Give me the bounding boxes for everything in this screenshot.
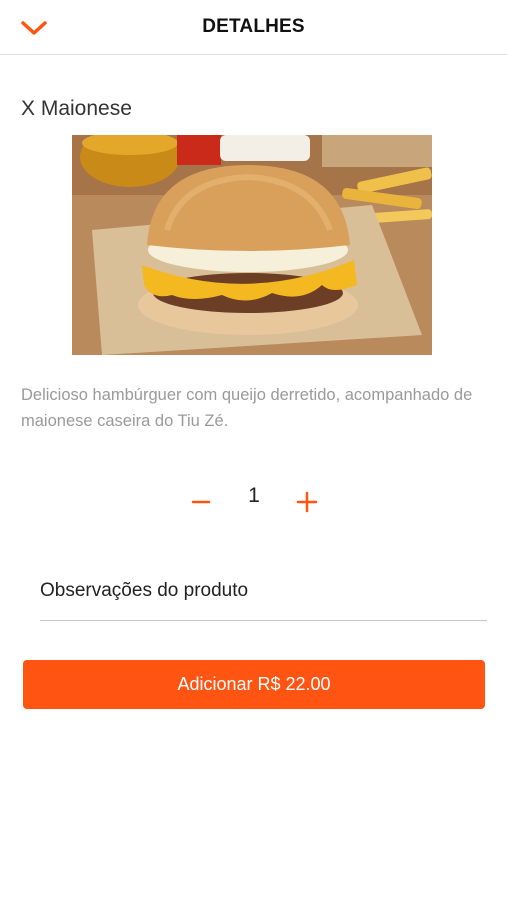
- increase-quantity-button[interactable]: [291, 484, 323, 520]
- product-description: Delicioso hambúrguer com queijo derretid…: [21, 386, 473, 430]
- minus-icon: [191, 500, 211, 504]
- quantity-value: 1: [248, 484, 260, 507]
- product-name: X Maionese: [21, 97, 132, 120]
- plus-icon: [296, 491, 318, 513]
- add-to-cart-button[interactable]: Adicionar R$ 22.00: [23, 660, 485, 709]
- product-notes-input[interactable]: Observações do produto: [40, 572, 487, 621]
- decrease-quantity-button[interactable]: [185, 484, 217, 520]
- app-header: DETALHES: [0, 0, 507, 55]
- page-title: DETALHES: [202, 16, 305, 37]
- product-image: [72, 135, 432, 355]
- quantity-stepper: 1: [0, 480, 507, 524]
- notes-placeholder: Observações do produto: [40, 580, 249, 601]
